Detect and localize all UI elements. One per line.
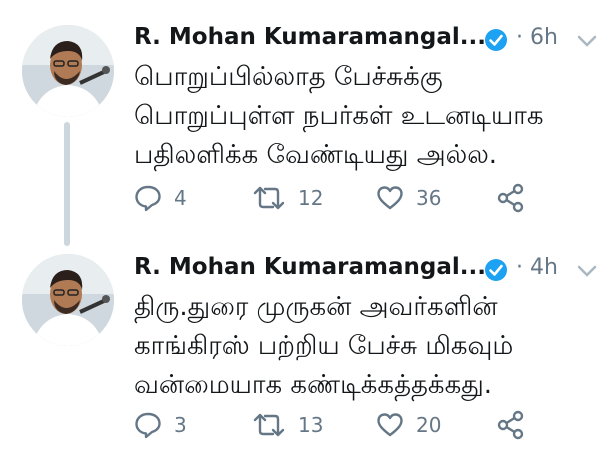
heart-icon: [377, 186, 403, 210]
retweet-button[interactable]: 12: [252, 183, 323, 213]
tweet-actions: 3 13 20: [134, 410, 554, 440]
verified-badge-icon: [485, 29, 507, 51]
like-button[interactable]: 20: [376, 410, 441, 440]
verified-badge-icon: [485, 259, 507, 281]
retweet-icon: [253, 413, 285, 437]
like-button[interactable]: 36: [376, 183, 441, 213]
share-icon: [497, 410, 524, 440]
tweet-timestamp[interactable]: 6h: [530, 25, 558, 50]
reply-button[interactable]: 3: [134, 410, 187, 440]
like-count: 36: [416, 186, 442, 210]
heart-icon: [377, 413, 403, 437]
separator-dot: ·: [516, 25, 523, 50]
share-button[interactable]: [496, 410, 526, 440]
retweet-icon: [253, 186, 285, 210]
retweet-count: 13: [298, 413, 324, 437]
avatar[interactable]: [22, 254, 114, 346]
share-button[interactable]: [496, 183, 526, 213]
tweet-text-line: காங்கிரஸ் பற்றிய பேச்சு மிகவும்: [134, 331, 514, 361]
tweet-2[interactable]: R. Mohan Kumaramangal... · 4h திரு.துரை …: [0, 240, 600, 459]
author-name[interactable]: R. Mohan Kumaramangal...: [134, 254, 486, 280]
tweet-timestamp[interactable]: 4h: [530, 255, 558, 280]
retweet-button[interactable]: 13: [252, 410, 323, 440]
share-icon: [497, 183, 524, 213]
reply-count: 3: [174, 413, 187, 437]
tweet-text-line: திரு.துரை முருகன் அவர்களின்: [134, 292, 498, 322]
author-name[interactable]: R. Mohan Kumaramangal...: [134, 24, 486, 50]
reply-icon: [135, 185, 161, 212]
tweet-text-line: வன்மையாக கண்டிக்கத்தக்கது.: [134, 370, 493, 400]
reply-count: 4: [174, 186, 187, 210]
reply-icon: [135, 412, 161, 439]
retweet-count: 12: [298, 186, 324, 210]
tweet-text-line: பதிலளிக்க வேண்டியது அல்ல.: [134, 140, 498, 170]
chevron-down-icon[interactable]: [577, 34, 597, 48]
tweet-actions: 4 12 36: [134, 183, 554, 213]
reply-button[interactable]: 4: [134, 183, 187, 213]
separator-dot: ·: [516, 255, 523, 280]
tweet-text-line: பொறுப்புள்ள நபர்கள் உடனடியாக: [134, 101, 544, 131]
avatar[interactable]: [22, 25, 114, 117]
chevron-down-icon[interactable]: [577, 264, 597, 278]
tweet-text: திரு.துரை முருகன் அவர்களின் காங்கிரஸ் பற…: [134, 288, 584, 405]
tweet-1[interactable]: R. Mohan Kumaramangal... · 6h பொறுப்பில்…: [0, 0, 600, 240]
tweet-text-line: பொறுப்பில்லாத பேச்சுக்கு: [134, 62, 443, 92]
like-count: 20: [416, 413, 442, 437]
tweet-text: பொறுப்பில்லாத பேச்சுக்கு பொறுப்புள்ள நபர…: [134, 58, 584, 175]
